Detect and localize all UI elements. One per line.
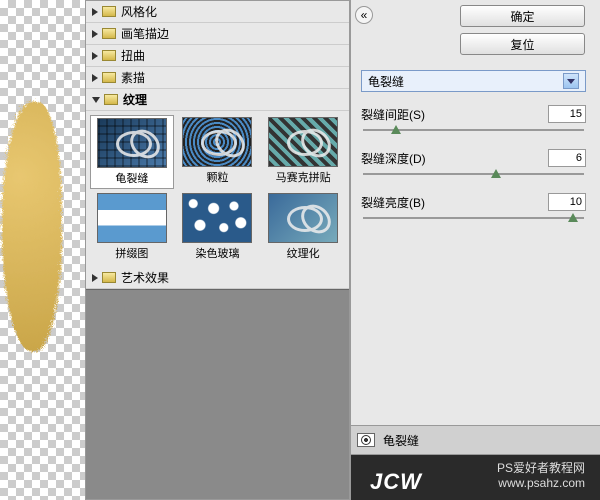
canvas-artwork	[0, 100, 60, 350]
slider-label: 裂缝间距(S)	[361, 106, 425, 123]
folder-icon	[102, 6, 116, 17]
texture-craquelure[interactable]: 龟裂缝	[90, 115, 174, 189]
button-stack: 确定 复位	[460, 5, 585, 61]
filter-dropdown[interactable]: 龟裂缝	[361, 70, 586, 92]
thumbnail	[182, 117, 252, 167]
chevron-down-icon	[92, 97, 100, 103]
folder-label: 风格化	[121, 3, 157, 20]
texture-grain[interactable]: 颗粒	[176, 115, 260, 189]
slider-thumb[interactable]	[568, 213, 578, 222]
folder-sketch[interactable]: 素描	[86, 67, 349, 89]
thumb-label: 马赛克拼贴	[276, 169, 331, 185]
folder-label: 素描	[121, 69, 145, 86]
ok-button[interactable]: 确定	[460, 5, 585, 27]
watermark-line2: www.psahz.com	[497, 476, 585, 490]
slider-thumb[interactable]	[391, 125, 401, 134]
thumbnail	[268, 193, 338, 243]
folder-label: 画笔描边	[121, 25, 169, 42]
folder-stylize[interactable]: 风格化	[86, 1, 349, 23]
panel-empty-area	[86, 289, 349, 499]
dropdown-arrow-icon	[563, 73, 579, 89]
effect-layer-strip[interactable]: 龟裂缝	[351, 425, 600, 455]
texture-thumbnail-grid: 龟裂缝 颗粒 马赛克拼贴 拼缀图 染色玻璃 纹理化	[86, 111, 349, 267]
folder-icon	[102, 272, 116, 283]
texture-patchwork[interactable]: 拼缀图	[90, 191, 174, 263]
folder-label: 扭曲	[121, 47, 145, 64]
texture-texturizer[interactable]: 纹理化	[261, 191, 345, 263]
thumbnail	[182, 193, 252, 243]
watermark-text: PS爱好者教程网 www.psahz.com	[497, 459, 585, 490]
thumbnail	[268, 117, 338, 167]
folder-icon	[102, 28, 116, 39]
crack-brightness-input[interactable]	[548, 193, 586, 211]
slider-group: 裂缝间距(S) 裂缝深度(D) 裂缝亮度(B)	[361, 105, 586, 237]
folder-label: 纹理	[123, 91, 147, 108]
effect-layer-label: 龟裂缝	[383, 432, 419, 449]
folder-label: 艺术效果	[121, 269, 169, 286]
collapse-icon: «	[361, 8, 368, 22]
texture-stained-glass[interactable]: 染色玻璃	[176, 191, 260, 263]
crack-spacing-input[interactable]	[548, 105, 586, 123]
thumb-label: 龟裂缝	[115, 170, 148, 186]
crack-depth-input[interactable]	[548, 149, 586, 167]
thumbnail	[97, 118, 167, 168]
slider-crack-brightness: 裂缝亮度(B)	[361, 193, 586, 219]
folder-artistic[interactable]: 艺术效果	[86, 267, 349, 289]
watermark-line1: PS爱好者教程网	[497, 459, 585, 476]
chevron-right-icon	[92, 30, 98, 38]
slider-track[interactable]	[363, 217, 584, 219]
chevron-right-icon	[92, 52, 98, 60]
filter-gallery-panel: 风格化 画笔描边 扭曲 素描 纹理 龟裂缝 颗粒 马赛克拼贴 拼缀图 染色玻璃 …	[85, 0, 350, 500]
canvas-checkerboard	[0, 0, 85, 500]
folder-distort[interactable]: 扭曲	[86, 45, 349, 67]
thumb-label: 染色玻璃	[195, 245, 239, 261]
collapse-button[interactable]: «	[355, 6, 373, 24]
chevron-right-icon	[92, 8, 98, 16]
folder-icon	[104, 94, 118, 105]
texture-mosaic-tiles[interactable]: 马赛克拼贴	[261, 115, 345, 189]
slider-label: 裂缝亮度(B)	[361, 194, 425, 211]
slider-crack-spacing: 裂缝间距(S)	[361, 105, 586, 131]
dropdown-value: 龟裂缝	[368, 73, 404, 90]
thumb-label: 拼缀图	[115, 245, 148, 261]
settings-panel: « 确定 复位 龟裂缝 裂缝间距(S) 裂缝深度(D) 裂缝亮度(B) 龟裂缝	[350, 0, 600, 500]
chevron-right-icon	[92, 274, 98, 282]
slider-label: 裂缝深度(D)	[361, 150, 426, 167]
folder-icon	[102, 50, 116, 61]
folder-icon	[102, 72, 116, 83]
slider-track[interactable]	[363, 173, 584, 175]
thumbnail	[97, 193, 167, 243]
watermark-jcw: JCW	[370, 469, 422, 495]
slider-track[interactable]	[363, 129, 584, 131]
reset-button[interactable]: 复位	[460, 33, 585, 55]
thumb-label: 纹理化	[287, 245, 320, 261]
visibility-eye-icon[interactable]	[357, 433, 375, 447]
folder-brush-strokes[interactable]: 画笔描边	[86, 23, 349, 45]
folder-texture[interactable]: 纹理	[86, 89, 349, 111]
chevron-right-icon	[92, 74, 98, 82]
thumb-label: 颗粒	[206, 169, 228, 185]
slider-thumb[interactable]	[491, 169, 501, 178]
slider-crack-depth: 裂缝深度(D)	[361, 149, 586, 175]
